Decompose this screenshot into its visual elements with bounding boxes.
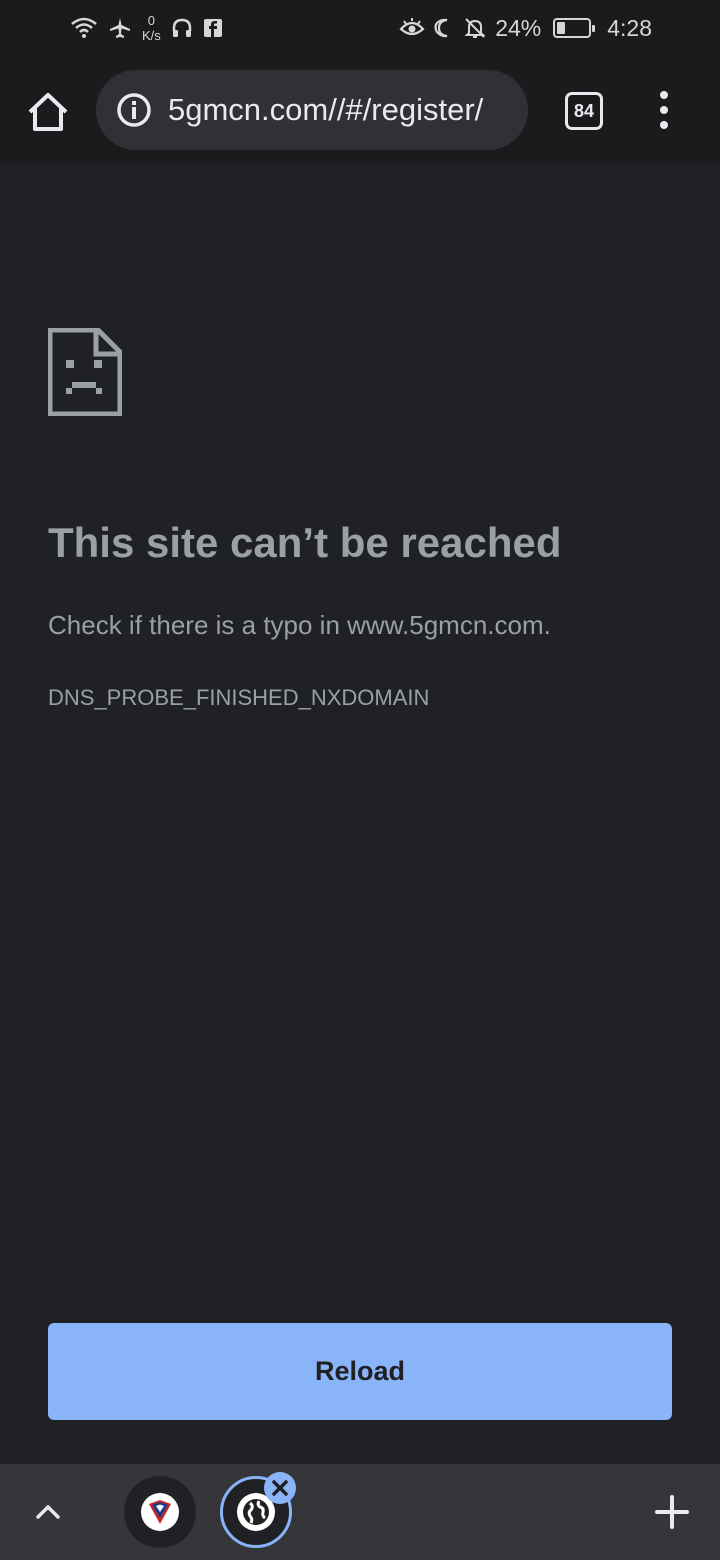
- tab-favicon-icon: [141, 1493, 179, 1531]
- browser-toolbar: 5gmcn.com//#/register/ 84: [0, 56, 720, 164]
- status-bar-right: 24% 4:28: [399, 10, 652, 46]
- home-icon[interactable]: [22, 86, 74, 138]
- bottom-tab-strip: [0, 1464, 720, 1560]
- address-bar[interactable]: 5gmcn.com//#/register/: [96, 70, 528, 150]
- tab-thumbnail[interactable]: [124, 1476, 196, 1548]
- close-tab-button[interactable]: [264, 1472, 296, 1504]
- plus-icon[interactable]: [652, 1492, 692, 1532]
- airplane-icon: [110, 18, 130, 38]
- network-speed-unit: K/s: [142, 28, 161, 43]
- moon-icon: [434, 18, 448, 38]
- bell-off-icon: [464, 18, 486, 38]
- error-code: DNS_PROBE_FINISHED_NXDOMAIN: [48, 685, 430, 710]
- chevron-up-icon[interactable]: [30, 1494, 66, 1530]
- error-suggestion: Check if there is a typo in www.5gmcn.co…: [48, 610, 551, 640]
- network-speed: 0 K/s: [142, 13, 161, 43]
- status-bar-left: 0 K/s: [70, 10, 223, 46]
- battery-percent: 24%: [495, 14, 542, 41]
- facebook-icon: [203, 19, 222, 37]
- battery-icon: [553, 18, 596, 38]
- status-bar: 0 K/s 24% 4:28: [0, 0, 720, 56]
- tab-switcher-button[interactable]: 84: [565, 92, 603, 130]
- info-icon[interactable]: [116, 92, 152, 128]
- wifi-icon: [71, 17, 97, 38]
- reload-button[interactable]: Reload: [48, 1323, 672, 1420]
- network-speed-value: 0: [147, 13, 156, 28]
- headphones-icon: [172, 18, 192, 37]
- eye-icon: [399, 18, 425, 36]
- url-text[interactable]: 5gmcn.com//#/register/: [168, 92, 513, 132]
- close-icon: [272, 1480, 288, 1496]
- error-heading: This site can’t be reached: [48, 519, 562, 566]
- more-vert-icon[interactable]: [650, 88, 678, 132]
- sad-page-icon: [48, 328, 122, 416]
- clock: 4:28: [607, 14, 652, 41]
